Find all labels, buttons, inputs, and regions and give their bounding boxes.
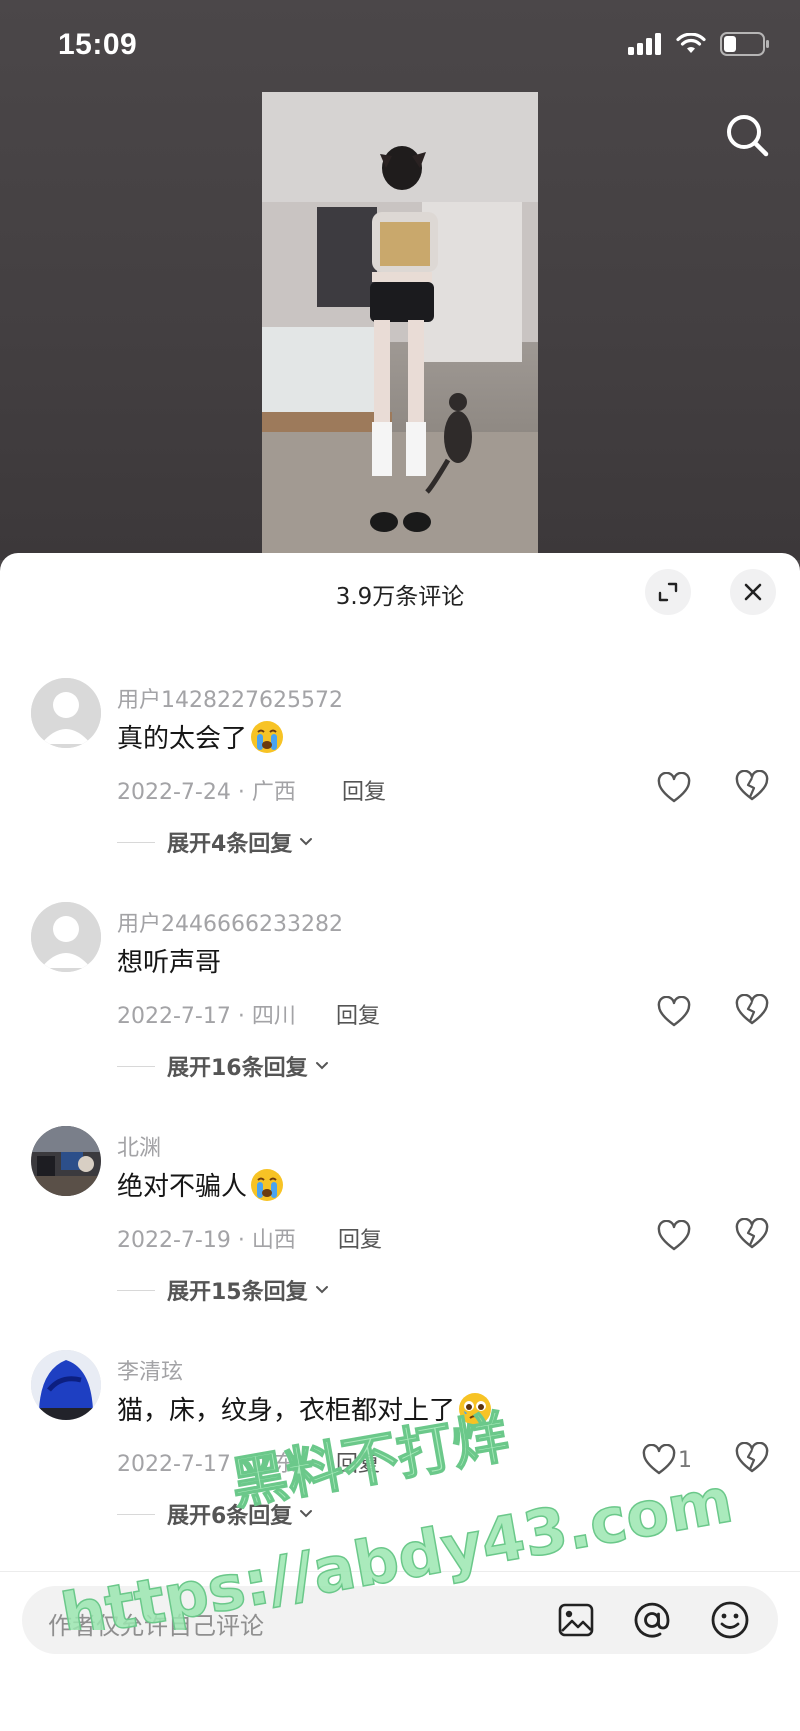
dislike-button[interactable] xyxy=(735,993,771,1030)
comment-item: 李清玹 猫，床，纹身，衣柜都对上了 2022-7-17 · 山东 回复 展开6条… xyxy=(0,1350,800,1574)
divider-line xyxy=(117,1513,155,1515)
like-count: 1 xyxy=(678,1447,692,1473)
like-button[interactable] xyxy=(657,770,693,806)
comment-input-bar[interactable]: 作者仅允许自己评论 xyxy=(22,1586,778,1654)
comment-text-content: 想听声哥 xyxy=(117,948,222,978)
comments-sheet: 3.9万条评论 用户1428227625572 真的太会了 2022-7-24 … xyxy=(0,553,800,1731)
status-time: 15:09 xyxy=(58,28,138,61)
avatar[interactable] xyxy=(31,902,101,972)
comment-item: 用户1428227625572 真的太会了 2022-7-24 · 广西 回复 … xyxy=(0,678,800,902)
sheet-divider xyxy=(0,1571,800,1572)
avatar[interactable] xyxy=(31,678,101,748)
comment-username[interactable]: 用户1428227625572 xyxy=(117,682,343,714)
close-icon xyxy=(744,583,762,601)
expand-replies-button[interactable]: 展开6条回复 xyxy=(117,1498,314,1530)
comment-text: 猫，床，纹身，衣柜都对上了 xyxy=(117,1390,493,1427)
reply-button[interactable]: 回复 xyxy=(336,998,380,1030)
expand-replies-button[interactable]: 展开15条回复 xyxy=(117,1274,330,1306)
comment-date-location: 2022-7-24 · 广西 xyxy=(117,780,296,805)
close-sheet-button[interactable] xyxy=(730,569,776,615)
dislike-button[interactable] xyxy=(735,769,771,806)
comment-text: 真的太会了 xyxy=(117,718,285,755)
comment-item: 北渊 绝对不骗人 2022-7-19 · 山西 回复 展开15条回复 xyxy=(0,1126,800,1350)
expand-replies-button[interactable]: 展开16条回复 xyxy=(117,1050,330,1082)
divider-line xyxy=(117,1289,155,1291)
comment-date-location: 2022-7-17 · 四川 xyxy=(117,1004,296,1029)
heart-icon xyxy=(657,996,691,1027)
default-avatar-icon xyxy=(31,678,101,748)
teary-face-emoji-icon xyxy=(459,1392,492,1425)
comment-text-content: 真的太会了 xyxy=(117,724,248,754)
comment-date-location: 2022-7-17 · 山东 xyxy=(117,1452,296,1477)
at-mention-icon xyxy=(634,1602,670,1638)
emoji-button[interactable] xyxy=(710,1600,750,1640)
broken-heart-icon xyxy=(735,1441,769,1473)
heart-icon xyxy=(657,1220,691,1251)
chevron-down-icon xyxy=(300,1510,313,1518)
sheet-header: 3.9万条评论 xyxy=(0,553,800,627)
expand-replies-label: 展开15条回复 xyxy=(167,1280,308,1305)
video-scene-image xyxy=(262,92,538,554)
dislike-button[interactable] xyxy=(735,1441,771,1478)
comment-item: 用户2446666233282 想听声哥 2022-7-17 · 四川 回复 展… xyxy=(0,902,800,1126)
like-button[interactable] xyxy=(657,994,693,1030)
smiley-icon xyxy=(711,1601,749,1639)
user-photo-avatar xyxy=(31,1350,101,1420)
mention-button[interactable] xyxy=(632,1600,672,1640)
comment-input-placeholder[interactable]: 作者仅允许自己评论 xyxy=(48,1606,264,1641)
comment-date-location: 2022-7-19 · 山西 xyxy=(117,1228,296,1253)
comment-username[interactable]: 用户2446666233282 xyxy=(117,906,343,938)
video-thumbnail[interactable] xyxy=(262,92,538,554)
broken-heart-icon xyxy=(735,993,769,1025)
broken-heart-icon xyxy=(735,1217,769,1249)
reply-button[interactable]: 回复 xyxy=(342,774,386,806)
chevron-down-icon xyxy=(300,838,313,846)
avatar[interactable] xyxy=(31,1350,101,1420)
chevron-down-icon xyxy=(315,1062,328,1070)
status-bar: 15:09 xyxy=(0,0,800,96)
search-button[interactable] xyxy=(720,108,776,164)
default-avatar-icon xyxy=(31,902,101,972)
heart-icon xyxy=(642,1444,676,1475)
comment-username[interactable]: 李清玹 xyxy=(117,1354,183,1386)
divider-line xyxy=(117,1065,155,1067)
crying-face-emoji-icon xyxy=(251,720,284,753)
expand-sheet-button[interactable] xyxy=(645,569,691,615)
expand-replies-label: 展开6条回复 xyxy=(167,1504,293,1529)
heart-icon xyxy=(657,772,691,803)
expand-replies-button[interactable]: 展开4条回复 xyxy=(117,826,314,858)
like-button[interactable] xyxy=(657,1218,693,1254)
avatar[interactable] xyxy=(31,1126,101,1196)
video-background: 15:09 xyxy=(0,0,800,560)
expand-icon xyxy=(658,582,678,602)
image-icon xyxy=(558,1603,594,1637)
user-photo-avatar xyxy=(31,1126,101,1196)
expand-replies-label: 展开4条回复 xyxy=(167,832,293,857)
like-button[interactable]: 1 xyxy=(642,1442,692,1478)
signal-icon xyxy=(628,33,662,59)
search-icon xyxy=(727,115,769,157)
broken-heart-icon xyxy=(735,769,769,801)
comment-text-content: 猫，床，纹身，衣柜都对上了 xyxy=(117,1396,456,1426)
expand-replies-label: 展开16条回复 xyxy=(167,1056,308,1081)
comment-username[interactable]: 北渊 xyxy=(117,1130,161,1162)
crying-face-emoji-icon xyxy=(251,1168,284,1201)
reply-button[interactable]: 回复 xyxy=(338,1222,382,1254)
comment-text: 绝对不骗人 xyxy=(117,1166,285,1203)
divider-line xyxy=(117,841,155,843)
battery-icon xyxy=(720,32,770,60)
wifi-icon xyxy=(676,32,706,59)
status-icons xyxy=(628,32,770,60)
comment-text-content: 绝对不骗人 xyxy=(117,1172,248,1202)
reply-button[interactable]: 回复 xyxy=(336,1446,380,1478)
image-button[interactable] xyxy=(556,1600,596,1640)
comment-text: 想听声哥 xyxy=(117,942,221,979)
chevron-down-icon xyxy=(315,1286,328,1294)
dislike-button[interactable] xyxy=(735,1217,771,1254)
